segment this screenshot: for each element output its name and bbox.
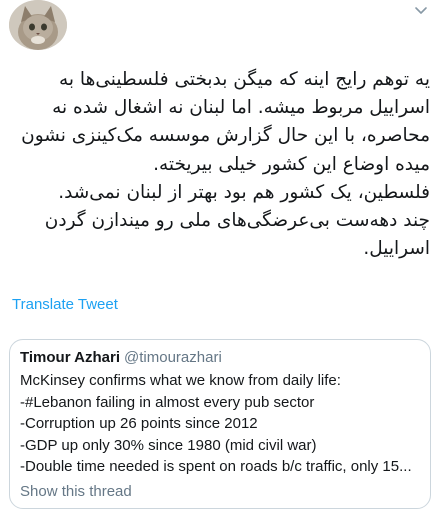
tweet-body: یه توهم رایج اینه که میگن بدبختی فلسطینی… xyxy=(12,66,430,263)
tweet-text-line: اسراییل مربوط میشه. اما لبنان نه اشغال ش… xyxy=(52,97,430,119)
tweet-text-line: اسراییل. xyxy=(363,238,430,260)
quoted-tweet-body: McKinsey confirms what we know from dail… xyxy=(20,370,420,478)
quoted-author-name[interactable]: Timour Azhari xyxy=(20,349,120,366)
quoted-text-line: -#Lebanon failing in almost every pub se… xyxy=(20,393,315,411)
translate-tweet-link[interactable]: Translate Tweet xyxy=(12,296,118,313)
tweet-text-line: محاصره، با این حال گزارش موسسه مک‌کینزی … xyxy=(21,125,430,147)
author-avatar[interactable] xyxy=(9,0,67,50)
quoted-tweet-header: Timour Azhari @timourazhari xyxy=(20,348,420,368)
show-thread-link[interactable]: Show this thread xyxy=(20,481,420,503)
quoted-author-handle[interactable]: @timourazhari xyxy=(124,349,222,366)
tweet-text-line: میده اوضاع این کشور خیلی بیریخته. xyxy=(153,153,430,175)
tweet-text-line: چند دهه‌ست بی‌عرضگی‌های ملی رو میندازن گ… xyxy=(44,210,430,232)
chevron-down-icon xyxy=(415,7,427,14)
tweet-menu-button[interactable] xyxy=(412,2,430,20)
quoted-tweet-card[interactable]: Timour Azhari @timourazhari McKinsey conf… xyxy=(9,339,431,509)
quoted-text-line: -GDP up only 30% since 1980 (mid civil w… xyxy=(20,436,317,454)
cat-avatar-icon xyxy=(9,0,67,50)
quoted-text-line: -Corruption up 26 points since 2012 xyxy=(20,415,258,433)
tweet-text-line: یه توهم رایج اینه که میگن بدبختی فلسطینی… xyxy=(58,69,430,90)
quoted-text-line: -Double time needed is spent on roads b/… xyxy=(20,458,412,476)
quoted-text-line: McKinsey confirms what we know from dail… xyxy=(20,372,341,389)
tweet-text-line: فلسطین، یک کشور هم بود بهتر از لبنان نمی… xyxy=(58,181,430,203)
